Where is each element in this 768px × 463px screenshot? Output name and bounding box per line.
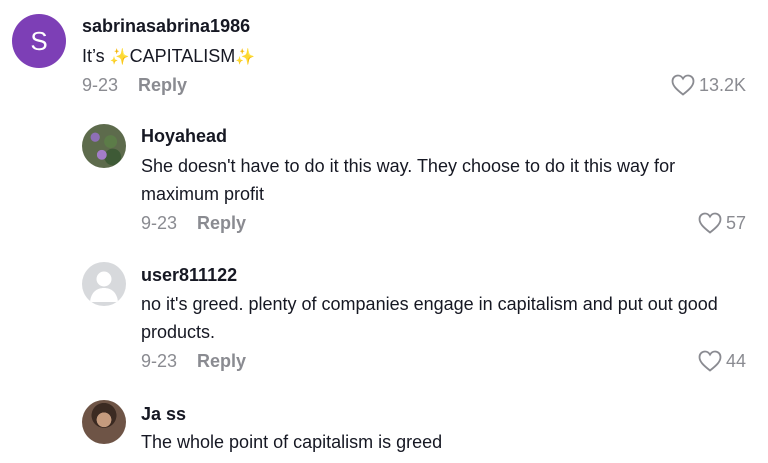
- comment-username[interactable]: Hoyahead: [141, 126, 227, 147]
- user-icon: [90, 271, 118, 302]
- heart-icon: [698, 212, 722, 234]
- comment-username[interactable]: Ja ss: [141, 404, 186, 425]
- comment-item: Hoyahead She doesn't have to do it this …: [0, 110, 768, 250]
- comment-text: The whole point of capitalism is greed: [141, 432, 443, 452]
- comment-date: 9-23: [141, 213, 178, 233]
- comment-text-prefix: It’s: [82, 46, 110, 66]
- comment-meta: 9-23 Reply: [141, 351, 246, 372]
- avatar[interactable]: S: [12, 14, 66, 68]
- like-button[interactable]: 57: [698, 212, 746, 234]
- avatar-letter: S: [30, 25, 48, 56]
- like-count: 13.2K: [698, 74, 746, 95]
- comment-text: She doesn't have to do it this way. They…: [141, 156, 676, 204]
- comment-text-main: CAPITALISM: [129, 46, 236, 66]
- comment-username[interactable]: user811122: [141, 265, 237, 286]
- like-count: 57: [725, 212, 746, 233]
- comment-meta: 9-23 Reply: [82, 75, 187, 96]
- comment-date: 9-23: [141, 351, 178, 371]
- sparkle-icon: ✨: [235, 49, 256, 66]
- comment-text: no it's greed. plenty of companies engag…: [141, 294, 718, 342]
- comment-meta: 9-23 Reply: [141, 213, 246, 234]
- reply-button[interactable]: Reply: [197, 213, 246, 233]
- comment-item: Ja ss The whole point of capitalism is g…: [0, 390, 768, 463]
- avatar[interactable]: [82, 124, 126, 168]
- like-button[interactable]: 13.2K: [671, 74, 746, 96]
- reply-button[interactable]: Reply: [138, 75, 187, 95]
- heart-icon: [671, 74, 695, 96]
- comment-item: user811122 no it's greed. plenty of comp…: [0, 250, 768, 390]
- comment-text: It’s ✨CAPITALISM✨: [82, 42, 255, 72]
- avatar[interactable]: [82, 400, 126, 444]
- comment-username[interactable]: sabrinasabrina1986: [82, 16, 250, 37]
- sparkle-icon: ✨: [109, 49, 130, 66]
- reply-button[interactable]: Reply: [197, 351, 246, 371]
- heart-icon: [698, 350, 722, 372]
- comment-item: S sabrinasabrina1986 It’s ✨CAPITALISM✨ 9…: [0, 0, 768, 110]
- like-count: 44: [725, 350, 746, 371]
- comment-date: 9-23: [82, 75, 119, 95]
- avatar[interactable]: [82, 262, 126, 306]
- like-button[interactable]: 44: [698, 350, 746, 372]
